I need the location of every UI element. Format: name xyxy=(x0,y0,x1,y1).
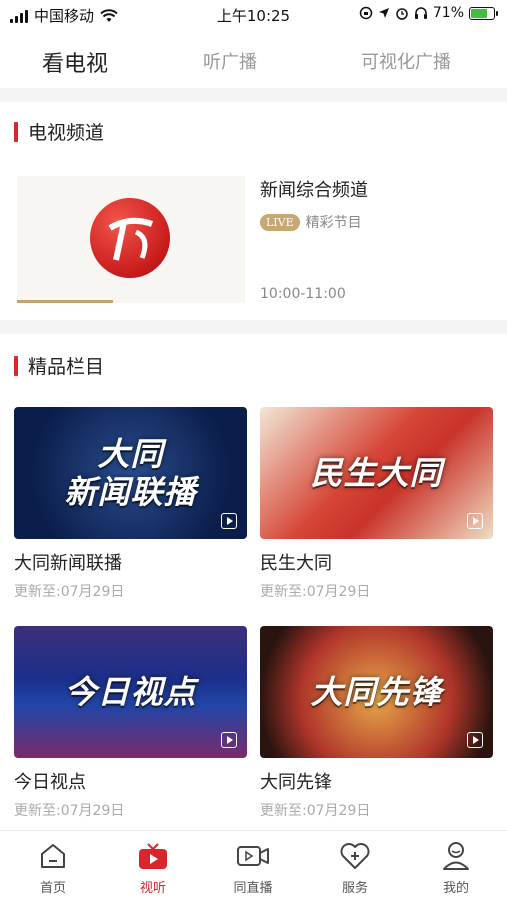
tv-section-header: 电视频道 xyxy=(14,118,104,145)
nav-label: 首页 xyxy=(39,881,66,896)
video-camera-icon xyxy=(236,839,270,873)
section-title: 精品栏目 xyxy=(28,356,105,378)
section-title: 电视频道 xyxy=(28,122,105,144)
divider xyxy=(0,88,507,102)
program-title: 大同新闻联播 xyxy=(14,553,122,574)
heart-plus-icon xyxy=(338,839,372,873)
play-icon xyxy=(221,513,237,529)
nav-media[interactable]: 视听 xyxy=(113,839,193,896)
battery-fill xyxy=(471,8,487,18)
alarm-icon xyxy=(396,8,408,20)
program-thumbnail: 大同先锋 xyxy=(260,626,493,758)
headphones-icon xyxy=(414,7,427,19)
nav-profile[interactable]: 我的 xyxy=(416,839,496,896)
channel-name[interactable]: 新闻综合频道 xyxy=(260,176,368,202)
home-icon xyxy=(36,839,70,873)
program-updated: 更新至:07月29日 xyxy=(14,584,125,600)
section-marker xyxy=(14,121,18,142)
program-updated: 更新至:07月29日 xyxy=(14,803,125,819)
battery-percent: 71% xyxy=(432,5,464,21)
play-icon xyxy=(467,732,483,748)
program-updated: 更新至:07月29日 xyxy=(260,803,371,819)
program-thumbnail: 民生大同 xyxy=(260,407,493,539)
rotation-lock-icon xyxy=(359,6,373,20)
program-time: 10:00-11:00 xyxy=(260,286,346,302)
divider xyxy=(0,320,507,334)
program-name: 精彩节目 xyxy=(305,215,362,231)
program-updated: 更新至:07月29日 xyxy=(260,584,371,600)
tv-icon xyxy=(136,839,170,873)
top-tabs: 看电视 听广播 可视化广播 xyxy=(0,38,507,90)
channel-logo xyxy=(90,198,170,278)
program-thumbnail: 今日视点 xyxy=(14,626,247,758)
program-thumbnail: 大同 新闻联播 xyxy=(14,407,247,539)
user-icon xyxy=(439,839,473,873)
nav-live[interactable]: 同直播 xyxy=(213,839,293,896)
play-icon xyxy=(467,513,483,529)
program-card[interactable]: 民生大同 民生大同 更新至:07月29日 xyxy=(260,407,493,601)
live-badge: LIVE xyxy=(260,213,300,231)
program-card[interactable]: 今日视点 今日视点 更新至:07月29日 xyxy=(14,626,247,820)
tab-listen-radio[interactable]: 听广播 xyxy=(203,48,257,74)
program-card[interactable]: 大同 新闻联播 大同新闻联播 更新至:07月29日 xyxy=(14,407,247,601)
channel-thumbnail[interactable] xyxy=(17,176,245,303)
thumbnail-text: 大同先锋 xyxy=(310,672,443,711)
programs-section-header: 精品栏目 xyxy=(14,352,104,379)
section-marker xyxy=(14,355,18,376)
program-title: 今日视点 xyxy=(14,772,86,793)
status-bar: 中国移动 上午10:25 71% xyxy=(0,0,507,30)
location-icon xyxy=(378,8,389,18)
nav-services[interactable]: 服务 xyxy=(315,839,395,896)
battery-icon xyxy=(469,6,498,20)
status-right: 71% xyxy=(359,5,498,21)
thumbnail-text: 大同 新闻联播 xyxy=(64,434,197,511)
nav-label: 服务 xyxy=(341,881,368,896)
nav-label: 我的 xyxy=(442,881,469,896)
program-title: 民生大同 xyxy=(260,553,332,574)
nav-label: 视听 xyxy=(139,881,166,896)
thumbnail-text: 民生大同 xyxy=(310,453,443,492)
program-card[interactable]: 大同先锋 大同先锋 更新至:07月29日 xyxy=(260,626,493,820)
live-row: LIVE 精彩节目 xyxy=(260,212,362,232)
app-screen: 中国移动 上午10:25 71% 看电视 听广播 可视化广播 电视频道 新闻综合… xyxy=(0,0,507,900)
nav-label: 同直播 xyxy=(233,881,273,896)
tab-watch-tv[interactable]: 看电视 xyxy=(42,46,108,78)
bottom-nav: 首页 视听 同直播 服务 我的 xyxy=(0,830,507,900)
play-icon xyxy=(221,732,237,748)
nav-home[interactable]: 首页 xyxy=(13,839,93,896)
playback-progress xyxy=(17,300,113,303)
program-title: 大同先锋 xyxy=(260,772,332,793)
tab-visual-radio[interactable]: 可视化广播 xyxy=(361,48,451,74)
thumbnail-text: 今日视点 xyxy=(64,672,197,711)
